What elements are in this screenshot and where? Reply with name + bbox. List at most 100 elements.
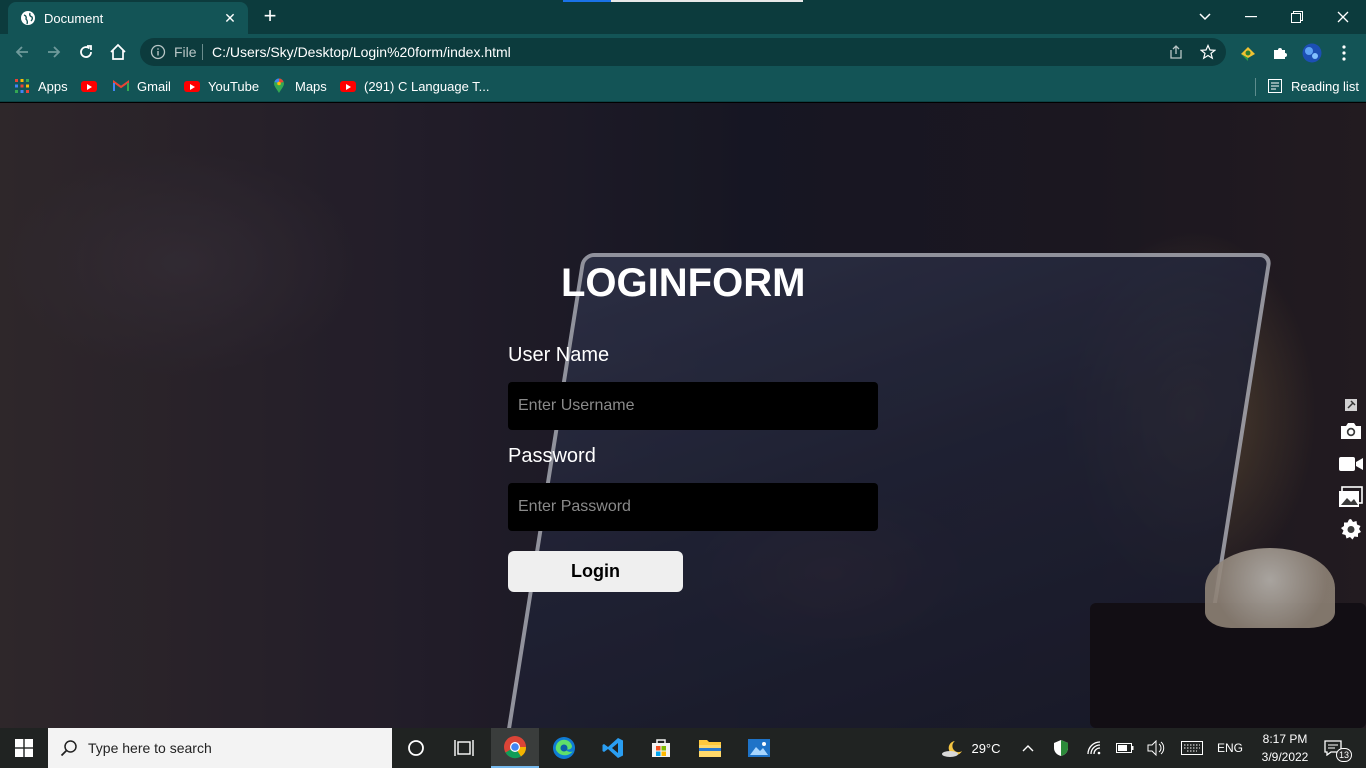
- bookmark-star-icon[interactable]: [1199, 44, 1217, 60]
- reload-button[interactable]: [73, 39, 99, 65]
- back-button[interactable]: [9, 39, 35, 65]
- close-window-button[interactable]: [1320, 0, 1366, 34]
- tab-close-button[interactable]: ✕: [222, 10, 238, 27]
- bookmark-youtube[interactable]: YouTube: [184, 76, 259, 96]
- gear-icon[interactable]: [1338, 517, 1364, 543]
- password-input[interactable]: [508, 483, 878, 531]
- forward-button[interactable]: [41, 39, 67, 65]
- clock-date: 3/9/2022: [1261, 750, 1309, 764]
- youtube-icon: [184, 78, 200, 94]
- home-button[interactable]: [105, 39, 131, 65]
- pin-icon[interactable]: [1338, 398, 1364, 412]
- loading-indicator: [563, 0, 803, 2]
- share-icon[interactable]: [1168, 44, 1184, 60]
- bookmark-youtube-1[interactable]: [81, 76, 105, 96]
- taskbar-chrome[interactable]: [491, 728, 539, 768]
- youtube-icon: [81, 78, 97, 94]
- search-placeholder: Type here to search: [88, 740, 212, 756]
- photos-icon: [748, 739, 770, 757]
- task-view-button[interactable]: [440, 728, 488, 768]
- bookmark-label: YouTube: [208, 78, 260, 94]
- vscode-icon: [602, 738, 623, 758]
- minimize-button[interactable]: [1228, 0, 1274, 34]
- youtube-icon: [340, 78, 356, 94]
- username-input[interactable]: [508, 382, 878, 430]
- taskbar-store[interactable]: [637, 728, 685, 768]
- taskbar-vscode[interactable]: [589, 728, 637, 768]
- tray-chevron-up-icon[interactable]: [1017, 728, 1039, 768]
- extension-icon[interactable]: [1238, 43, 1258, 63]
- browser-toolbar: File C:/Users/Sky/Desktop/Login%20form/i…: [0, 34, 1366, 70]
- scheme-label: File: [174, 44, 197, 60]
- new-tab-button[interactable]: +: [258, 5, 282, 29]
- bookmarks-bar: Apps Gmail YouTube Maps (291) C Language…: [0, 70, 1366, 102]
- taskbar-search-box[interactable]: Type here to search: [48, 728, 392, 768]
- close-icon: [1337, 11, 1349, 23]
- taskbar-edge[interactable]: [540, 728, 588, 768]
- taskbar-file-explorer[interactable]: [686, 728, 734, 768]
- browser-tab-bar: Document ✕ +: [0, 0, 1366, 34]
- volume-icon[interactable]: [1145, 728, 1167, 768]
- reload-icon: [80, 45, 92, 58]
- apps-grid-icon: [14, 78, 30, 94]
- bookmark-label: Gmail: [137, 78, 171, 94]
- start-button[interactable]: [0, 728, 48, 768]
- restore-button[interactable]: [1274, 0, 1320, 34]
- camera-icon[interactable]: [1338, 418, 1364, 444]
- info-icon[interactable]: [150, 44, 166, 60]
- password-label: Password: [508, 445, 596, 467]
- login-button[interactable]: Login: [508, 551, 683, 592]
- bookmark-maps[interactable]: Maps: [271, 76, 327, 96]
- cortana-button[interactable]: [392, 728, 440, 768]
- reading-list-label: Reading list: [1291, 78, 1359, 94]
- address-separator: [202, 44, 203, 60]
- system-clock[interactable]: 8:17 PM 3/9/2022: [1252, 730, 1318, 766]
- page-viewport: LOGINFORM User Name Password Login: [0, 103, 1366, 728]
- profile-avatar[interactable]: [1302, 43, 1322, 63]
- notification-badge: 13: [1336, 748, 1352, 762]
- reading-list-button[interactable]: Reading list: [1267, 76, 1359, 96]
- folder-icon: [699, 740, 721, 757]
- puzzle-icon[interactable]: [1270, 43, 1290, 63]
- arrow-left-icon: [15, 46, 28, 58]
- edge-icon: [553, 737, 575, 759]
- bookmark-divider: [1255, 78, 1256, 96]
- task-view-icon: [454, 740, 474, 756]
- video-camera-icon[interactable]: [1338, 451, 1364, 477]
- wifi-icon[interactable]: [1084, 728, 1106, 768]
- bookmark-apps[interactable]: Apps: [14, 76, 68, 96]
- keyboard-icon[interactable]: [1179, 728, 1205, 768]
- username-label: User Name: [508, 344, 610, 366]
- gmail-icon: [113, 78, 129, 94]
- store-icon: [652, 739, 670, 757]
- taskbar-photos[interactable]: [735, 728, 783, 768]
- url-text[interactable]: C:/Users/Sky/Desktop/Login%20form/index.…: [212, 44, 511, 60]
- weather-temperature[interactable]: 29°C: [968, 728, 1004, 768]
- tab-title: Document: [44, 10, 104, 26]
- bookmark-c-language[interactable]: (291) C Language T...: [340, 76, 490, 96]
- chevron-down-icon: [1199, 13, 1211, 21]
- maps-icon: [271, 78, 287, 94]
- bookmark-label: (291) C Language T...: [364, 78, 490, 94]
- cortana-icon: [408, 740, 424, 756]
- restore-icon: [1291, 11, 1303, 23]
- bookmark-label: Apps: [38, 78, 68, 94]
- reading-list-icon: [1267, 78, 1283, 94]
- more-menu-icon[interactable]: [1334, 43, 1354, 63]
- windows-logo-icon: [15, 739, 33, 757]
- bookmark-label: Maps: [295, 78, 327, 94]
- tab-document[interactable]: Document ✕: [8, 2, 248, 34]
- chrome-icon: [504, 736, 527, 759]
- arrow-right-icon: [48, 46, 61, 58]
- page-title: LOGINFORM: [561, 261, 806, 305]
- gallery-icon[interactable]: [1338, 484, 1364, 510]
- search-icon: [60, 740, 77, 757]
- home-icon: [110, 43, 126, 60]
- bookmark-gmail[interactable]: Gmail: [113, 76, 171, 96]
- tab-search-button[interactable]: [1182, 0, 1228, 34]
- address-bar[interactable]: File C:/Users/Sky/Desktop/Login%20form/i…: [140, 38, 1226, 66]
- battery-icon[interactable]: [1114, 728, 1136, 768]
- input-language[interactable]: ENG: [1212, 728, 1248, 768]
- weather-icon[interactable]: [938, 728, 968, 768]
- security-shield-icon[interactable]: [1050, 728, 1072, 768]
